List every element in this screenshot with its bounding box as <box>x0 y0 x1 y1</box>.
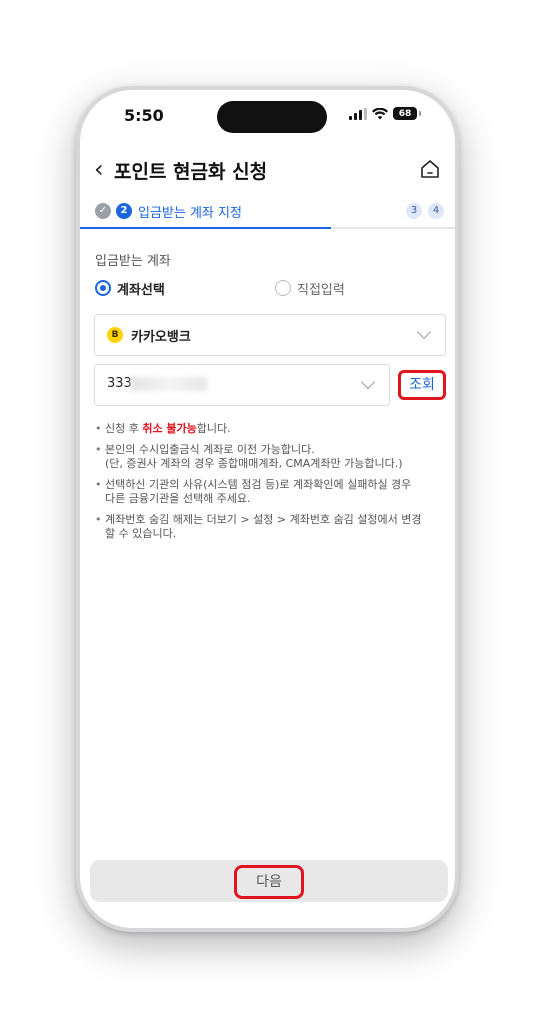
wifi-icon <box>372 107 388 119</box>
battery-cap <box>419 111 421 116</box>
status-time: 5:50 <box>124 106 164 125</box>
battery-icon: 68 <box>393 107 417 120</box>
page-title: 포인트 현금화 신청 <box>114 161 268 183</box>
notice-1-suffix: 합니다. <box>196 422 231 435</box>
app-screen: 5:50 68 ‹ 포인트 현금화 신청 ✓ 2 입금받는 계좌 지정 3 4 … <box>80 90 455 928</box>
check-icon: ✓ <box>95 203 111 219</box>
lookup-button[interactable]: 조회 <box>398 370 446 400</box>
bank-name: 카카오뱅크 <box>131 330 191 345</box>
app-header: ‹ 포인트 현금화 신청 <box>80 152 455 186</box>
bank-select[interactable]: B 카카오뱅크 <box>94 314 446 356</box>
notice-item: 계좌번호 숨김 해제는 더보기 > 설정 > 계좌번호 숨김 설정에서 변경 할… <box>95 513 445 541</box>
step-current-label: 입금받는 계좌 지정 <box>138 206 242 221</box>
account-select[interactable]: 333 <box>94 364 390 406</box>
status-icons: 68 <box>349 107 421 120</box>
radio-select-account-label[interactable]: 계좌선택 <box>117 279 165 298</box>
radio-select-account[interactable] <box>95 280 111 296</box>
section-label: 입금받는 계좌 <box>95 254 171 269</box>
chevron-down-icon <box>416 324 432 340</box>
radio-direct-input-label[interactable]: 직접입력 <box>297 279 345 298</box>
radio-direct-input[interactable] <box>275 280 291 296</box>
dynamic-island <box>217 101 327 133</box>
signal-icon <box>349 107 367 120</box>
notice-item: 신청 후 취소 불가능합니다. <box>95 422 445 436</box>
kakaobank-logo-icon: B <box>107 327 123 343</box>
chevron-down-icon <box>360 374 376 390</box>
step-4: 4 <box>428 203 444 219</box>
account-mode-radio-group: 계좌선택 직접입력 <box>95 278 440 300</box>
step-current-number: 2 <box>116 203 132 219</box>
progress-track <box>80 227 455 229</box>
account-number-mask <box>131 377 207 391</box>
notice-1-prefix: 신청 후 <box>105 422 143 435</box>
step-3: 3 <box>406 203 422 219</box>
next-button[interactable]: 다음 <box>234 865 304 899</box>
home-icon[interactable] <box>419 158 441 180</box>
step-indicator: ✓ 2 입금받는 계좌 지정 3 4 <box>80 198 455 232</box>
account-number: 333 <box>107 376 132 391</box>
notice-item: 선택하신 기관의 사유(시스템 점검 등)로 계좌확인에 실패하실 경우 다른 … <box>95 478 445 506</box>
notice-list: 신청 후 취소 불가능합니다. 본인의 수시입출금식 계좌로 이전 가능합니다.… <box>95 422 445 548</box>
progress-fill <box>80 227 332 229</box>
chevron-left-icon[interactable]: ‹ <box>94 156 104 182</box>
phone-frame: 5:50 68 ‹ 포인트 현금화 신청 ✓ 2 입금받는 계좌 지정 3 4 … <box>76 86 459 932</box>
notice-1-warning: 취소 불가능 <box>142 422 197 435</box>
notice-item: 본인의 수시입출금식 계좌로 이전 가능합니다. (단, 증권사 계좌의 경우 … <box>95 443 445 471</box>
